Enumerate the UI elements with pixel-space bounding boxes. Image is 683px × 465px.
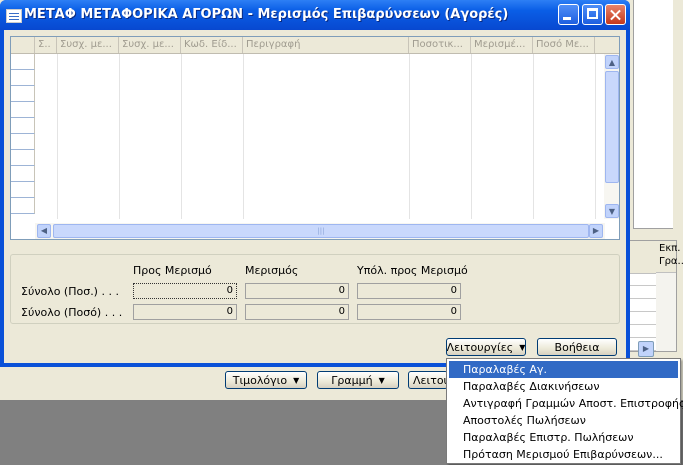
menu-item-transfer-receipts[interactable]: Παραλαβές Διακινήσεων — [449, 378, 678, 395]
menu-item-purchase-receipts[interactable]: Παραλαβές Αγ. — [449, 361, 678, 378]
window-title: ΜΕΤΑΦ ΜΕΤΑΦΟΡΙΚΑ ΑΓΟΡΩΝ - Μερισμός Επιβα… — [24, 7, 509, 22]
total-quantity-assigned[interactable]: 0 — [245, 283, 349, 299]
functions-button[interactable]: Λειτουργίες ▼ — [446, 338, 526, 356]
charge-assignment-window: ΜΕΤΑΦ ΜΕΤΑΦΟΡΙΚΑ ΑΓΟΡΩΝ - Μερισμός Επιβα… — [0, 0, 630, 367]
background-grid-header: Εκπ. Γρα.. — [656, 241, 683, 273]
header-to-assign: Προς Μερισμό — [133, 264, 212, 277]
chevron-down-icon: ▼ — [519, 342, 526, 352]
menu-item-sales-shipments[interactable]: Αποστολές Πωλήσεων — [449, 412, 678, 429]
column-header[interactable]: Μερισμέ... — [471, 37, 533, 53]
header-remaining: Υπόλ. προς Μερισμό — [357, 264, 468, 277]
grid-corner — [11, 37, 35, 53]
functions-button-label: Λειτουργίες — [446, 340, 514, 354]
column-header[interactable]: Σ.. — [35, 37, 57, 53]
maximize-button[interactable] — [582, 4, 603, 25]
scroll-left-button[interactable]: ◀ — [37, 224, 51, 238]
lines-grid[interactable]: Σ.. Συσχ. με... Συσχ. με... Κωδ. Είδ... … — [10, 36, 620, 240]
invoice-button-label: Τιμολόγιο — [232, 373, 288, 387]
column-header[interactable]: Ποσό Με... — [533, 37, 595, 53]
menu-item-return-receipts[interactable]: Παραλαβές Επιστρ. Πωλήσεων — [449, 429, 678, 446]
header-assigned: Μερισμός — [245, 264, 299, 277]
total-quantity-to-assign[interactable]: 0 — [133, 283, 237, 299]
row-selectors[interactable] — [11, 54, 35, 214]
total-quantity-remaining[interactable]: 0 — [357, 283, 461, 299]
totals-panel: Προς Μερισμό Μερισμός Υπόλ. προς Μερισμό… — [10, 254, 620, 324]
window-client-area: Σ.. Συσχ. με... Συσχ. με... Κωδ. Είδ... … — [4, 30, 626, 363]
background-area — [633, 0, 673, 229]
line-button-label: Γραμμή — [331, 373, 373, 387]
minimize-button[interactable] — [558, 4, 579, 25]
column-header[interactable]: Περιγραφή — [243, 37, 409, 53]
column-header[interactable]: Ποσοτικ... — [409, 37, 471, 53]
column-header[interactable]: Συσχ. με... — [119, 37, 181, 53]
close-button[interactable] — [605, 4, 626, 25]
chevron-down-icon: ▼ — [293, 375, 300, 385]
background-grid: Εκπ. Γρα.. — [629, 240, 683, 352]
scroll-thumb[interactable]: ||| — [53, 224, 589, 238]
chevron-down-icon: ▼ — [378, 375, 385, 385]
grid-header: Σ.. Συσχ. με... Συσχ. με... Κωδ. Είδ... … — [11, 37, 619, 54]
horizontal-scrollbar[interactable]: ◀ ||| ▶ — [35, 223, 605, 239]
total-quantity-label: Σύνολο (Ποσ.) . . . — [21, 285, 119, 298]
scroll-right-button[interactable]: ▶ — [589, 224, 603, 238]
scroll-up-button[interactable]: ▲ — [605, 55, 619, 69]
background-grid-scrollbar[interactable] — [656, 273, 676, 351]
scroll-thumb[interactable] — [605, 71, 619, 183]
background-grid-rows — [630, 273, 656, 351]
total-amount-label: Σύνολο (Ποσό) . . . — [21, 306, 123, 319]
menu-item-suggest-charge-assignment[interactable]: Πρόταση Μερισμού Επιβαρύνσεων... — [449, 446, 678, 463]
column-header[interactable]: Συσχ. με... — [57, 37, 119, 53]
background-grid-header-cell — [630, 241, 657, 274]
scroll-right-button[interactable]: ▶ — [638, 341, 654, 357]
help-button-label: Βοήθεια — [554, 340, 600, 354]
total-amount-assigned[interactable]: 0 — [245, 304, 349, 320]
total-amount-to-assign[interactable]: 0 — [133, 304, 237, 320]
line-button[interactable]: Γραμμή ▼ — [317, 371, 399, 389]
total-amount-remaining[interactable]: 0 — [357, 304, 461, 320]
title-bar[interactable]: ΜΕΤΑΦ ΜΕΤΑΦΟΡΙΚΑ ΑΓΟΡΩΝ - Μερισμός Επιβα… — [0, 0, 630, 30]
invoice-button[interactable]: Τιμολόγιο ▼ — [225, 371, 307, 389]
menu-item-copy-return-shipment-lines[interactable]: Αντιγραφή Γραμμών Αποστ. Επιστροφής — [449, 395, 683, 412]
functions-menu: Παραλαβές Αγ. Παραλαβές Διακινήσεων Αντι… — [446, 358, 683, 464]
functions-button-background-label: Λειτουρ — [413, 373, 447, 387]
column-header[interactable]: Κωδ. Είδ... — [181, 37, 243, 53]
vertical-scrollbar[interactable]: ▲ ▼ — [604, 54, 619, 219]
window-icon — [6, 9, 22, 23]
scroll-down-button[interactable]: ▼ — [605, 204, 619, 218]
functions-button-background[interactable]: Λειτουρ — [408, 371, 448, 389]
help-button[interactable]: Βοήθεια — [537, 338, 617, 356]
